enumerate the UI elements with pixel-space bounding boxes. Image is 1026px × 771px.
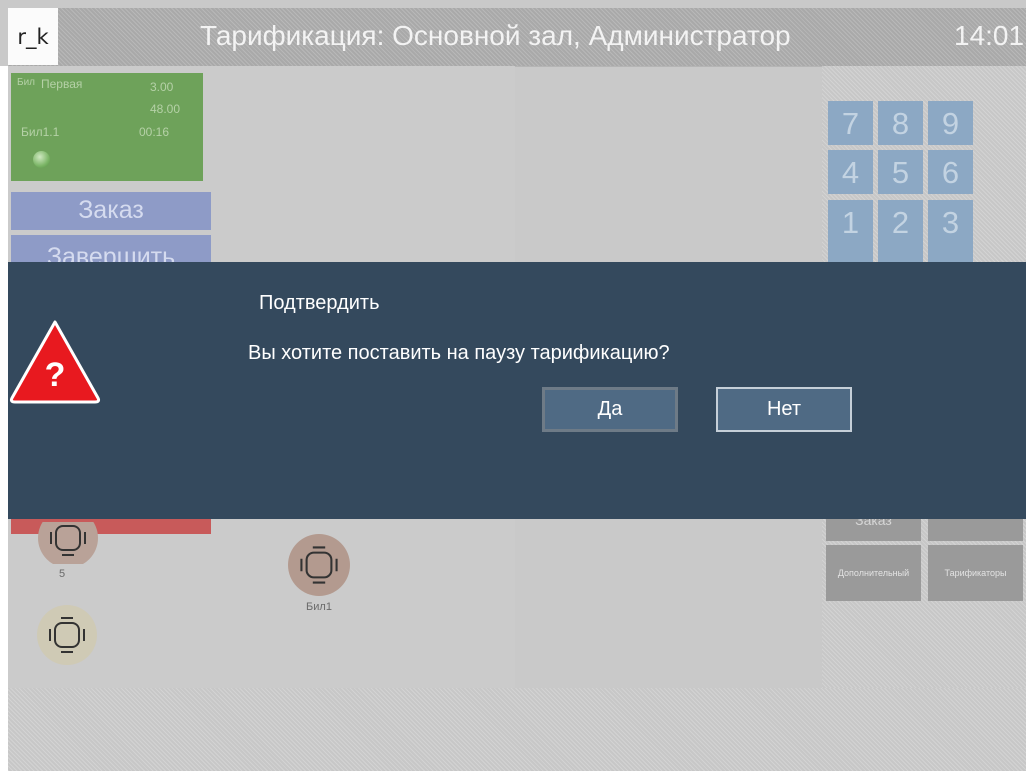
ticket-name: Бил	[17, 77, 35, 88]
ticket-tariff: Первая	[41, 77, 83, 91]
window-title: Тарификация: Основной зал, Администратор	[200, 20, 791, 51]
numpad-key-2[interactable]: 2	[878, 200, 923, 262]
svg-text:?: ?	[45, 356, 66, 394]
hidden-button[interactable]	[928, 519, 1023, 541]
table-icon	[38, 522, 98, 564]
ticket-time: 00:16	[139, 125, 170, 139]
numpad-key-9[interactable]: 9	[928, 101, 973, 145]
hidden-order-button[interactable]: Заказ	[826, 519, 921, 541]
window-frame	[0, 66, 8, 771]
numpad-key-8[interactable]: 8	[878, 101, 923, 145]
dialog-message: Вы хотите поставить на паузу тарификацию…	[248, 342, 670, 364]
table-label: Бил1	[306, 601, 332, 613]
dialog-title: Подтвердить	[259, 292, 380, 314]
numpad-key-5[interactable]: 5	[878, 150, 923, 194]
numpad-key-6[interactable]: 6	[928, 150, 973, 194]
numpad-key-7[interactable]: 7	[828, 101, 873, 145]
billing-ticket[interactable]: Бил Первая 3.00 48.00 Бил1.1 00:16	[11, 73, 203, 181]
table-label: 5	[58, 568, 66, 580]
status-dot-icon	[33, 151, 50, 168]
clock: 14:01	[954, 20, 1025, 51]
no-button[interactable]: Нет	[716, 387, 852, 432]
ticket-table: Бил1.1	[21, 125, 60, 139]
tariffs-button[interactable]: Тарификаторы	[928, 545, 1023, 601]
table-icon	[37, 605, 97, 665]
table-bil1[interactable]	[288, 534, 350, 596]
status-area	[8, 688, 1026, 771]
yes-button[interactable]: Да	[542, 387, 678, 432]
numpad-key-4[interactable]: 4	[828, 150, 873, 194]
warning-question-icon: ?	[9, 320, 101, 404]
ticket-amount: 48.00	[150, 102, 181, 116]
extra-button[interactable]: Дополнительный	[826, 545, 921, 601]
table-5[interactable]	[38, 522, 98, 564]
confirm-dialog	[8, 262, 1026, 519]
table-icon	[288, 534, 350, 596]
numpad-key-1[interactable]: 1	[828, 200, 873, 262]
app-logo[interactable]: r_k	[8, 8, 58, 65]
finish-button[interactable]: Завершить	[11, 235, 211, 263]
order-button[interactable]: Заказ	[11, 192, 211, 230]
table-empty[interactable]	[37, 605, 97, 665]
ticket-rate: 3.00	[150, 80, 174, 94]
numpad-key-3[interactable]: 3	[928, 200, 973, 262]
